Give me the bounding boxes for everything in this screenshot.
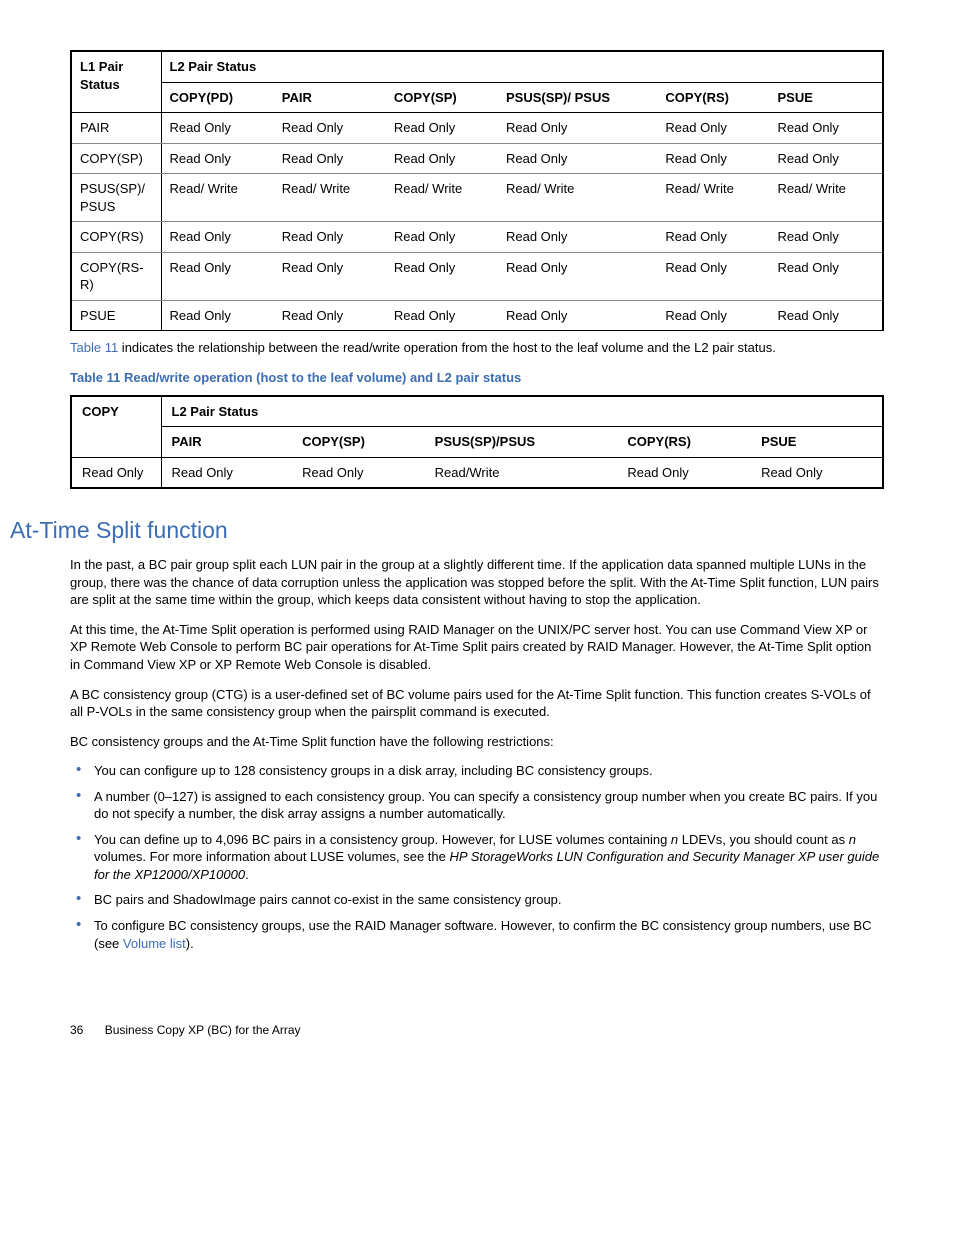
- col-header: PSUS(SP)/PSUS: [425, 427, 618, 458]
- col-header: PSUE: [751, 427, 883, 458]
- intertext-paragraph: Table 11 indicates the relationship betw…: [70, 339, 884, 357]
- col-header: COPY(PD): [161, 82, 274, 113]
- footer-title: Business Copy XP (BC) for the Array: [105, 1023, 301, 1037]
- col-header: PAIR: [161, 427, 292, 458]
- volume-list-link[interactable]: Volume list: [123, 936, 186, 951]
- table-row: COPY(RS) Read Only Read Only Read Only R…: [71, 222, 883, 253]
- l1-l2-pair-status-table: L1 Pair Status L2 Pair Status COPY(PD) P…: [70, 50, 884, 331]
- col-header: COPY(RS): [657, 82, 769, 113]
- table-row: PSUE Read Only Read Only Read Only Read …: [71, 300, 883, 331]
- intertext-tail: indicates the relationship between the r…: [118, 340, 776, 355]
- leaf-volume-l2-status-table: COPY L2 Pair Status PAIR COPY(SP) PSUS(S…: [70, 395, 884, 490]
- list-item: You can define up to 4,096 BC pairs in a…: [90, 831, 884, 884]
- table-row: COPY(RS-R) Read Only Read Only Read Only…: [71, 252, 883, 300]
- table-row: PAIR Read Only Read Only Read Only Read …: [71, 113, 883, 144]
- page-footer: 36 Business Copy XP (BC) for the Array: [70, 1022, 884, 1038]
- restrictions-list: You can configure up to 128 consistency …: [70, 762, 884, 952]
- l1-pair-status-header: L1 Pair Status: [71, 51, 161, 113]
- blank-header: [751, 396, 883, 427]
- t2-l2-header: L2 Pair Status: [161, 396, 751, 427]
- table-row: Read Only Read Only Read Only Read/Write…: [71, 457, 883, 488]
- col-header: PSUS(SP)/ PSUS: [498, 82, 657, 113]
- col-header: PAIR: [274, 82, 386, 113]
- col-header: PSUE: [770, 82, 883, 113]
- page-number: 36: [70, 1023, 83, 1037]
- body-paragraph: BC consistency groups and the At-Time Sp…: [70, 733, 884, 751]
- list-item: To configure BC consistency groups, use …: [90, 917, 884, 952]
- col-header: COPY(RS): [617, 427, 751, 458]
- body-paragraph: At this time, the At-Time Split operatio…: [70, 621, 884, 674]
- list-item: BC pairs and ShadowImage pairs cannot co…: [90, 891, 884, 909]
- col-header: COPY(SP): [292, 427, 425, 458]
- blank-header: [770, 51, 883, 82]
- table-11-caption: Table 11 Read/write operation (host to t…: [70, 369, 884, 387]
- body-paragraph: In the past, a BC pair group split each …: [70, 556, 884, 609]
- table-row: PSUS(SP)/ PSUS Read/ Write Read/ Write R…: [71, 174, 883, 222]
- body-paragraph: A BC consistency group (CTG) is a user-d…: [70, 686, 884, 721]
- copy-header: COPY: [71, 396, 161, 458]
- table-11-link[interactable]: Table 11: [70, 340, 118, 355]
- col-header: COPY(SP): [386, 82, 498, 113]
- table-row: COPY(SP) Read Only Read Only Read Only R…: [71, 143, 883, 174]
- list-item: You can configure up to 128 consistency …: [90, 762, 884, 780]
- l2-pair-status-header: L2 Pair Status: [161, 51, 770, 82]
- at-time-split-function-heading: At-Time Split function: [10, 515, 884, 546]
- list-item: A number (0–127) is assigned to each con…: [90, 788, 884, 823]
